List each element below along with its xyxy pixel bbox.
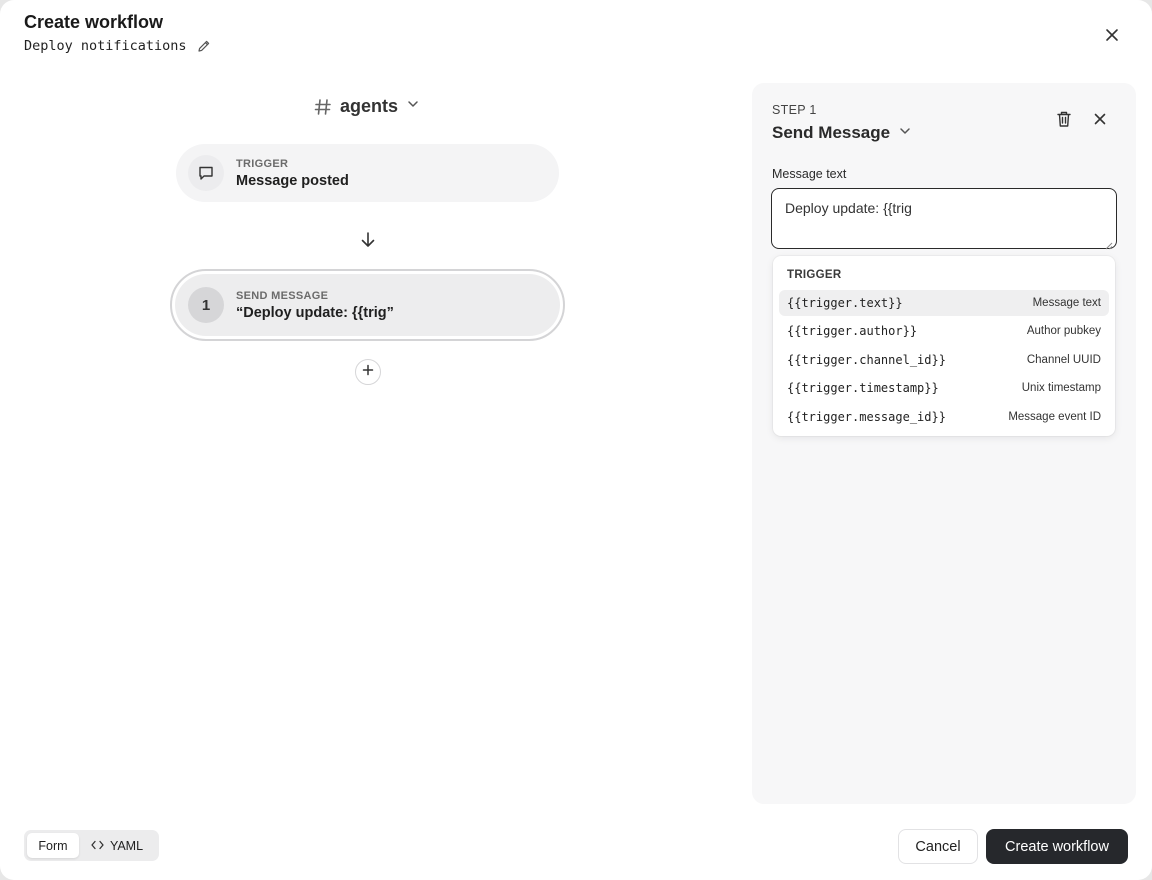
step-label: STEP 1 <box>772 103 817 117</box>
autocomplete-item-desc: Message text <box>1032 297 1101 309</box>
autocomplete-item-desc: Message event ID <box>1008 411 1101 423</box>
autocomplete-item-code: {{trigger.text}} <box>787 296 903 310</box>
trigger-kicker: TRIGGER <box>236 157 289 170</box>
message-text-label: Message text <box>772 167 847 181</box>
create-workflow-modal: Create workflow Deploy notifications age… <box>0 0 1152 880</box>
step-node-text: SEND MESSAGE “Deploy update: {{trig” <box>236 290 394 321</box>
pencil-icon[interactable] <box>197 39 211 53</box>
arrow-down-icon <box>358 230 378 250</box>
workflow-name: Deploy notifications <box>24 38 187 54</box>
step-title: “Deploy update: {{trig” <box>236 304 394 321</box>
trigger-node[interactable]: TRIGGER Message posted <box>176 144 559 202</box>
yaml-mode-label: YAML <box>109 838 144 853</box>
resize-grip-icon[interactable] <box>1105 237 1113 250</box>
form-mode-button[interactable]: Form <box>27 833 79 858</box>
autocomplete-item[interactable]: {{trigger.channel_id}} Channel UUID <box>779 347 1109 373</box>
modal-title: Create workflow <box>24 12 164 32</box>
channel-selector[interactable]: agents <box>314 96 420 117</box>
autocomplete-item-code: {{trigger.channel_id}} <box>787 353 946 367</box>
create-workflow-button[interactable]: Create workflow <box>986 829 1128 864</box>
step-type-selector[interactable]: Send Message <box>772 123 912 143</box>
close-icon[interactable] <box>1092 111 1108 127</box>
message-text-value: Deploy update: {{trig <box>785 200 912 216</box>
variable-autocomplete: TRIGGER {{trigger.text}} Message text {{… <box>773 256 1115 436</box>
step-kicker: SEND MESSAGE <box>236 289 329 302</box>
code-brackets-icon <box>91 839 104 853</box>
chevron-down-icon <box>406 97 420 116</box>
autocomplete-item-code: {{trigger.message_id}} <box>787 410 946 424</box>
autocomplete-item-desc: Channel UUID <box>1026 354 1101 366</box>
channel-name: agents <box>340 96 399 116</box>
message-bubble-icon <box>188 155 224 191</box>
trigger-node-text: TRIGGER Message posted <box>236 158 349 189</box>
trash-icon[interactable] <box>1056 110 1072 128</box>
autocomplete-item[interactable]: {{trigger.author}} Author pubkey <box>779 318 1109 344</box>
cancel-button[interactable]: Cancel <box>898 829 978 864</box>
autocomplete-item-code: {{trigger.author}} <box>787 324 918 338</box>
close-icon[interactable] <box>1102 25 1122 45</box>
add-step-button[interactable] <box>355 359 381 385</box>
autocomplete-heading: TRIGGER <box>787 269 842 281</box>
editor-mode-toggle: Form YAML <box>24 830 159 861</box>
yaml-mode-button[interactable]: YAML <box>79 833 155 858</box>
chevron-down-icon <box>898 124 912 143</box>
autocomplete-item-code: {{trigger.timestamp}} <box>787 381 939 395</box>
step-node[interactable]: 1 SEND MESSAGE “Deploy update: {{trig” <box>175 274 560 336</box>
step-number-badge: 1 <box>188 287 224 323</box>
autocomplete-item[interactable]: {{trigger.timestamp}} Unix timestamp <box>779 375 1109 401</box>
autocomplete-item[interactable]: {{trigger.text}} Message text <box>779 290 1109 316</box>
message-text-input[interactable]: Deploy update: {{trig <box>771 188 1117 250</box>
autocomplete-item-desc: Unix timestamp <box>1021 382 1101 394</box>
autocomplete-item-desc: Author pubkey <box>1026 325 1101 337</box>
trigger-title: Message posted <box>236 172 349 189</box>
autocomplete-item[interactable]: {{trigger.message_id}} Message event ID <box>779 404 1109 430</box>
plus-icon <box>362 363 374 381</box>
form-mode-label: Form <box>38 838 68 853</box>
step-type-label: Send Message <box>772 123 891 142</box>
hash-icon <box>314 97 332 117</box>
workflow-name-row: Deploy notifications <box>24 38 211 54</box>
step-editor-panel: STEP 1 Send Message Message text Deploy … <box>752 83 1136 804</box>
